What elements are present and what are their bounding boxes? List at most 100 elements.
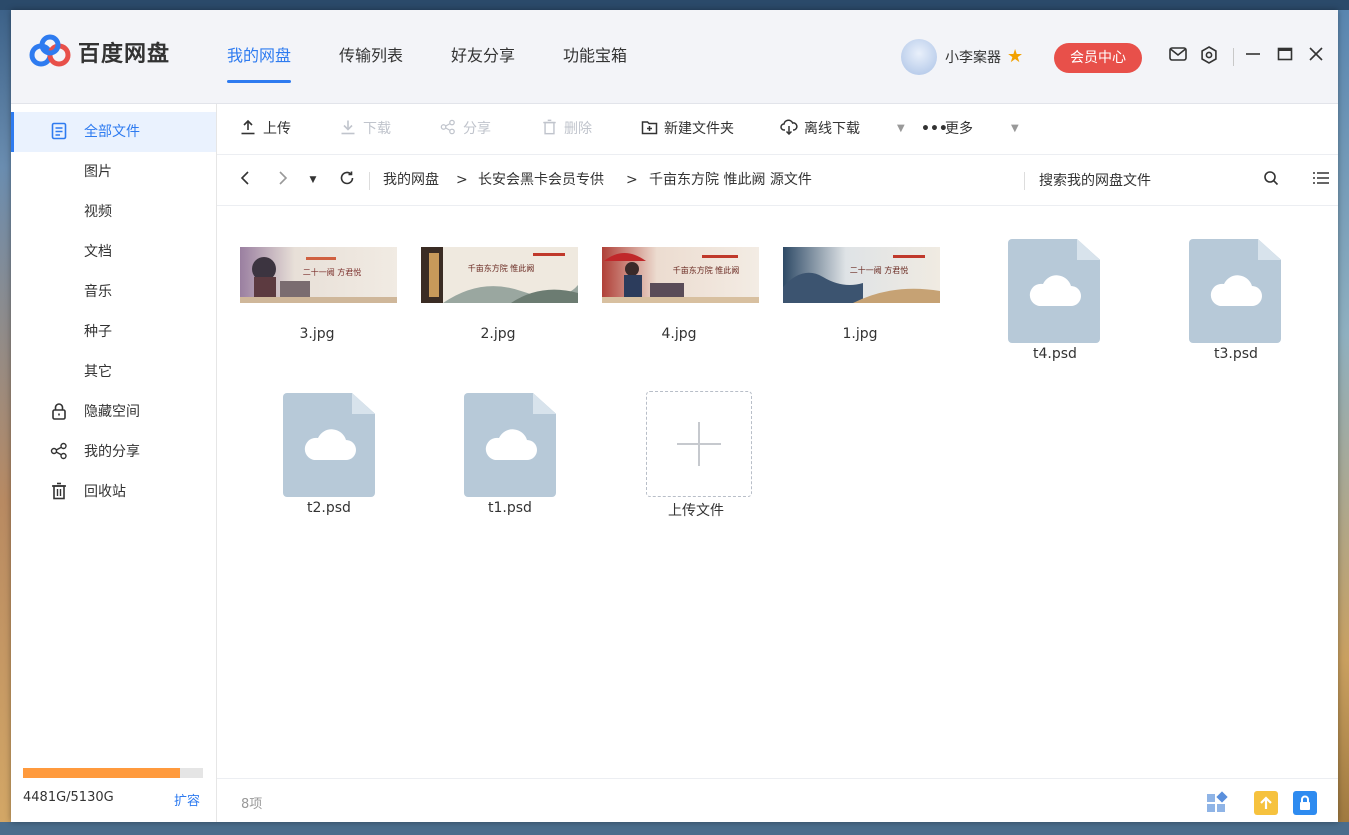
sidebar: 全部文件 图片 视频 文档 音乐 种子 其它 隐藏空间 我的分享 回收站 448…	[11, 104, 217, 822]
status-bar: 8项	[217, 778, 1338, 822]
sidebar-item-all-files[interactable]: 全部文件	[11, 112, 216, 152]
refresh-icon[interactable]	[337, 170, 357, 190]
user-profile[interactable]: 小李案器 ★	[901, 38, 1025, 76]
sidebar-item-label: 种子	[84, 324, 112, 340]
back-arrow-icon[interactable]	[235, 170, 255, 190]
sidebar-item-hidden-space[interactable]: 隐藏空间	[11, 392, 216, 432]
vip-center-button[interactable]: 会员中心	[1054, 43, 1142, 73]
history-dropdown-icon[interactable]: ▼	[303, 170, 323, 190]
mail-icon[interactable]	[1168, 46, 1188, 66]
thumbnail-caption: 二十一阙 方君悦	[850, 265, 909, 275]
thumbnail-caption: 千亩东方院 惟此阙	[673, 265, 740, 275]
breadcrumb-root[interactable]: 我的网盘	[383, 155, 439, 205]
more-caret-icon[interactable]: ▼	[1011, 104, 1019, 154]
lock-icon	[49, 402, 69, 422]
sidebar-item-label: 回收站	[84, 484, 126, 500]
close-icon[interactable]	[1306, 46, 1326, 66]
file-name: 4.jpg	[661, 326, 697, 342]
file-item-1-jpg[interactable]: 二十一阙 方君悦 1.jpg	[770, 206, 940, 346]
more-label: 更多	[945, 121, 973, 137]
share-icon	[439, 104, 457, 154]
file-item-t2-psd[interactable]: t2.psd	[217, 360, 387, 516]
tab-friend-share[interactable]: 好友分享	[451, 10, 515, 103]
app-grid-icon[interactable]	[1205, 791, 1229, 815]
sidebar-item-recycle-bin[interactable]: 回收站	[11, 472, 216, 512]
vip-crown-icon: ★	[1007, 46, 1024, 67]
image-thumbnail: 千亩东方院 惟此阙	[602, 247, 759, 303]
desktop-background-top	[0, 0, 1349, 10]
file-item-2-jpg[interactable]: 千亩东方院 惟此阙 2.jpg	[408, 206, 578, 346]
offline-download-label: 离线下载	[804, 121, 860, 137]
maximize-icon[interactable]	[1275, 46, 1295, 66]
pathbar-divider	[369, 172, 370, 190]
sidebar-item-documents[interactable]: 文档	[11, 232, 216, 272]
upload-file-tile[interactable]: 上传文件	[579, 360, 752, 519]
upload-button[interactable]: 上传	[239, 104, 291, 154]
tab-toolbox[interactable]: 功能宝箱	[563, 10, 627, 103]
upload-file-label: 上传文件	[668, 503, 724, 519]
sidebar-item-videos[interactable]: 视频	[11, 192, 216, 232]
breadcrumb-current[interactable]: 千亩东方院 惟此阙 源文件	[649, 155, 812, 205]
file-name: t1.psd	[488, 500, 532, 516]
new-folder-label: 新建文件夹	[664, 121, 734, 137]
thumbnail-caption: 千亩东方院 惟此阙	[468, 263, 535, 273]
search-icon[interactable]	[1261, 170, 1281, 190]
new-folder-button[interactable]: 新建文件夹	[640, 104, 734, 154]
forward-arrow-icon[interactable]	[273, 170, 293, 190]
file-name: t3.psd	[1214, 346, 1258, 362]
file-item-t3-psd[interactable]: t3.psd	[1132, 206, 1302, 362]
file-item-3-jpg[interactable]: 二十一阙 方君悦 3.jpg	[227, 206, 397, 346]
username[interactable]: 小李案器	[945, 47, 1001, 67]
more-button[interactable]: •••更多	[921, 104, 973, 154]
new-folder-icon	[640, 104, 658, 154]
sidebar-item-label: 视频	[84, 204, 112, 220]
trash-icon	[49, 482, 69, 502]
main-nav: 我的网盘 传输列表 好友分享 功能宝箱	[227, 10, 675, 103]
image-thumbnail: 二十一阙 方君悦	[783, 247, 940, 303]
file-name: 3.jpg	[299, 326, 335, 342]
app-logo[interactable]: 百度网盘	[28, 34, 170, 70]
sidebar-item-images[interactable]: 图片	[11, 152, 216, 192]
list-view-icon[interactable]	[1311, 170, 1331, 190]
download-button[interactable]: 下载	[339, 104, 391, 154]
avatar[interactable]	[901, 39, 937, 75]
tab-transfer-list[interactable]: 传输列表	[339, 10, 403, 103]
sidebar-item-music[interactable]: 音乐	[11, 272, 216, 312]
file-item-t4-psd[interactable]: t4.psd	[951, 206, 1121, 362]
document-icon	[49, 122, 69, 142]
minimize-icon[interactable]	[1243, 46, 1263, 66]
sidebar-item-other[interactable]: 其它	[11, 352, 216, 392]
expand-storage-link[interactable]: 扩容	[174, 790, 200, 809]
file-item-t1-psd[interactable]: t1.psd	[398, 360, 568, 516]
sidebar-item-torrents[interactable]: 种子	[11, 312, 216, 352]
storage-quota-fill	[23, 768, 181, 778]
upload-plus-box[interactable]	[646, 391, 752, 497]
image-thumbnail: 二十一阙 方君悦	[240, 247, 397, 303]
upload-folder-icon[interactable]	[1254, 791, 1278, 815]
tab-my-disk[interactable]: 我的网盘	[227, 10, 292, 103]
app-window: 百度网盘 我的网盘 传输列表 好友分享 功能宝箱 小李案器 ★ 会员中心 全部文…	[11, 10, 1338, 822]
share-button[interactable]: 分享	[439, 104, 491, 154]
cloud-download-icon	[780, 104, 798, 154]
breadcrumb-folder[interactable]: 长安会黑卡会员专供	[478, 155, 604, 205]
file-item-4-jpg[interactable]: 千亩东方院 惟此阙 4.jpg	[589, 206, 759, 346]
logo-text: 百度网盘	[78, 42, 171, 67]
settings-gear-icon[interactable]	[1199, 46, 1219, 66]
file-grid: 二十一阙 方君悦 3.jpg 千亩东方院 惟此阙 2.jpg 千亩东方院 惟此阙…	[217, 206, 1338, 776]
offline-download-caret-icon[interactable]: ▼	[897, 104, 905, 154]
desktop-background-right	[1338, 10, 1349, 822]
download-label: 下载	[363, 121, 391, 137]
offline-download-button[interactable]: 离线下载	[780, 104, 860, 154]
storage-quota-text: 4481G/5130G	[23, 790, 114, 805]
cloud-icon	[485, 429, 537, 460]
breadcrumb-separator: >	[626, 172, 638, 188]
safe-box-lock-icon[interactable]	[1293, 791, 1317, 815]
delete-button[interactable]: 删除	[540, 104, 592, 154]
sidebar-item-label: 文档	[84, 244, 112, 260]
sidebar-item-label: 隐藏空间	[84, 404, 140, 420]
image-thumbnail: 千亩东方院 惟此阙	[421, 247, 578, 303]
search-input[interactable]	[1037, 167, 1261, 195]
sidebar-item-my-shares[interactable]: 我的分享	[11, 432, 216, 472]
sidebar-item-label: 全部文件	[84, 124, 140, 140]
share-icon	[49, 442, 69, 462]
